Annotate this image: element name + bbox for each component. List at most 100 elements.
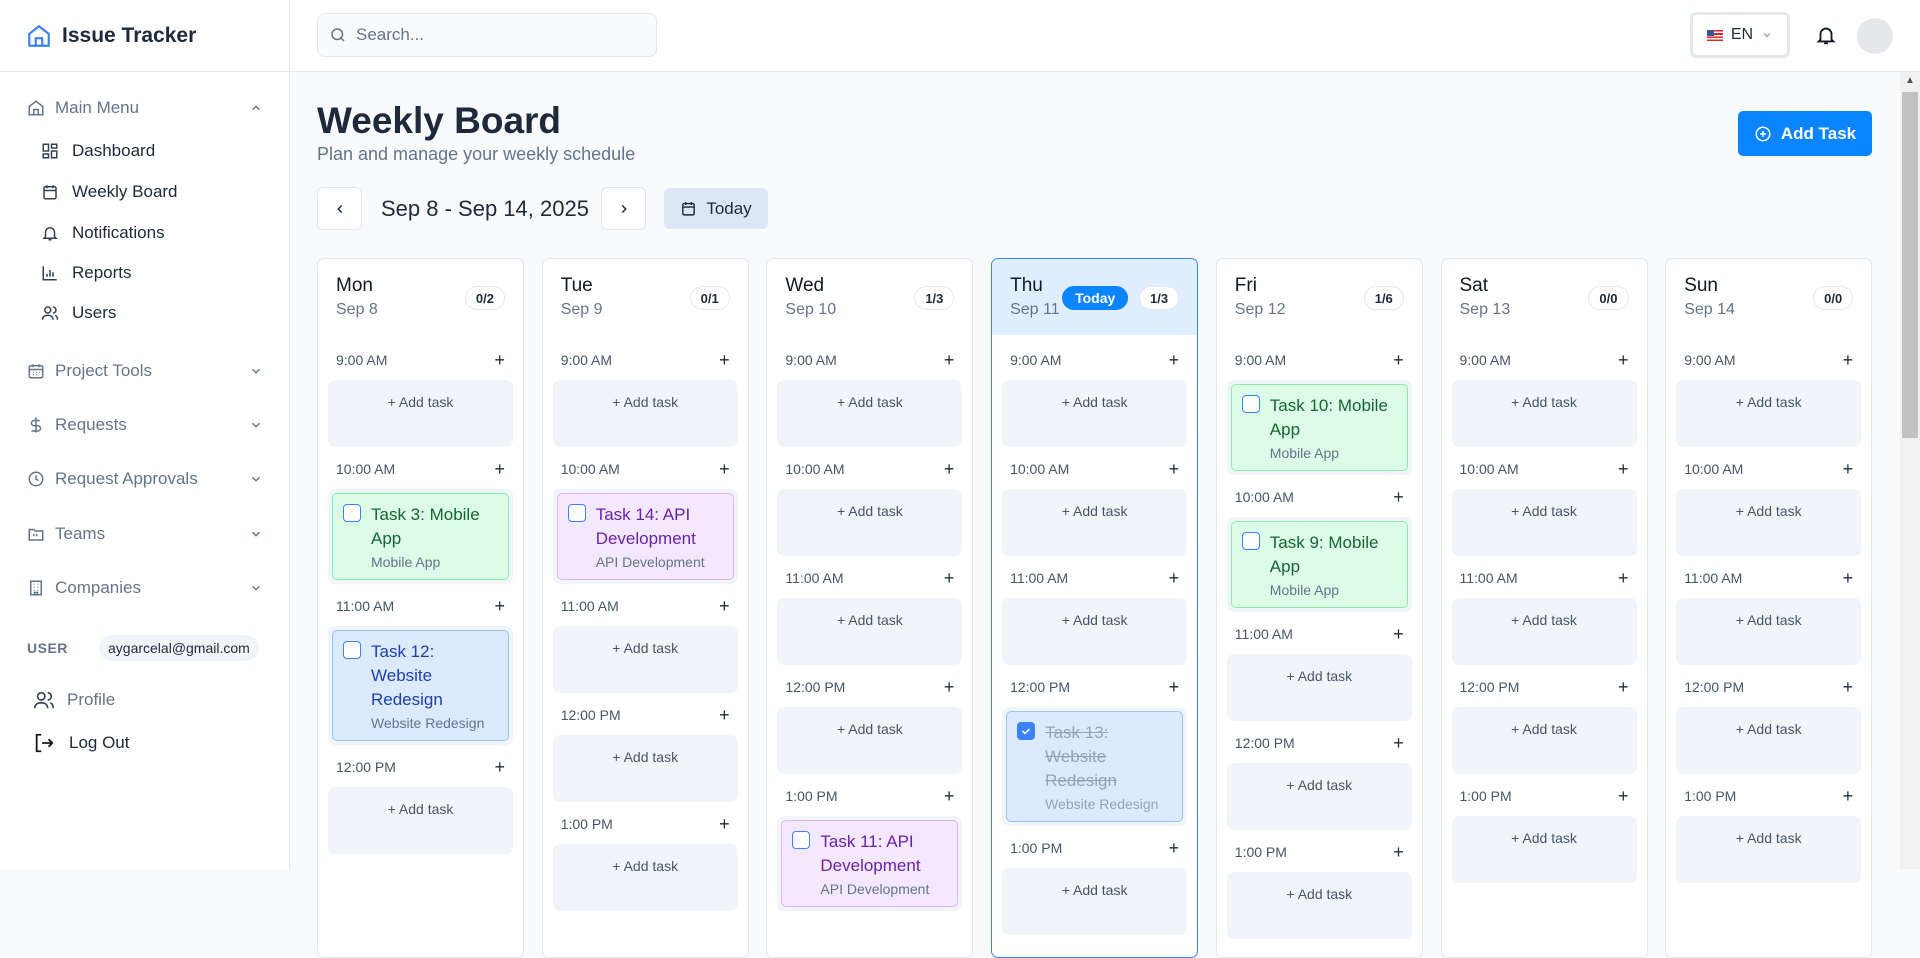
add-slot-plus-icon[interactable]: + (494, 757, 505, 778)
add-task-slot[interactable]: + Add task (1002, 380, 1188, 447)
task-checkbox[interactable] (1017, 722, 1036, 740)
add-task-slot[interactable]: + Add task (777, 380, 963, 447)
add-task-slot[interactable]: + Add task (777, 598, 963, 665)
sidebar-item-notifications[interactable]: Notifications (41, 218, 165, 248)
add-slot-plus-icon[interactable]: + (1393, 842, 1404, 863)
task-card[interactable]: Task 10: Mobile App Mobile App (1230, 384, 1408, 471)
add-task-slot[interactable]: + Add task (777, 489, 963, 556)
task-checkbox[interactable] (343, 504, 361, 522)
add-task-slot[interactable]: + Add task (1676, 816, 1862, 883)
add-slot-plus-icon[interactable]: + (1169, 677, 1180, 698)
add-task-slot[interactable]: + Add task (1002, 868, 1188, 935)
add-slot-plus-icon[interactable]: + (494, 596, 505, 617)
logout-button[interactable]: Log Out (33, 728, 130, 758)
add-slot-plus-icon[interactable]: + (719, 459, 730, 480)
add-slot-plus-icon[interactable]: + (1169, 568, 1180, 589)
add-slot-plus-icon[interactable]: + (719, 350, 730, 371)
add-task-slot[interactable]: + Add task (1002, 489, 1188, 556)
add-task-slot[interactable]: + Add task (1451, 489, 1637, 556)
add-task-slot[interactable]: + Add task (552, 735, 738, 802)
add-slot-plus-icon[interactable]: + (719, 705, 730, 726)
previous-week-button[interactable] (317, 187, 362, 230)
notifications-bell-icon[interactable] (1815, 24, 1837, 46)
task-card[interactable]: Task 9: Mobile App Mobile App (1230, 521, 1408, 608)
task-card[interactable]: Task 13: Website Redesign Website Redesig… (1006, 711, 1184, 822)
task-card[interactable]: Task 3: Mobile App Mobile App (332, 493, 509, 580)
next-week-button[interactable] (601, 187, 646, 230)
add-task-slot[interactable]: + Add task (1226, 654, 1412, 721)
add-slot-plus-icon[interactable]: + (944, 786, 955, 807)
add-task-slot[interactable]: + Add task (1676, 380, 1862, 447)
add-task-slot[interactable]: + Add task (1451, 598, 1637, 665)
task-checkbox[interactable] (792, 831, 811, 849)
sidebar-item-users[interactable]: Users (41, 298, 116, 328)
add-task-slot[interactable]: + Add task (1226, 763, 1412, 830)
add-slot-plus-icon[interactable]: + (1843, 568, 1854, 589)
task-checkbox[interactable] (343, 641, 361, 659)
add-slot-plus-icon[interactable]: + (1393, 733, 1404, 754)
add-slot-plus-icon[interactable]: + (1169, 838, 1180, 859)
task-card[interactable]: Task 12: Website Redesign Website Redesig… (332, 630, 509, 741)
add-task-slot[interactable]: + Add task (1676, 489, 1862, 556)
add-slot-plus-icon[interactable]: + (1618, 459, 1629, 480)
sidebar-group-main-menu[interactable]: Main Menu (27, 93, 263, 123)
add-task-slot[interactable]: + Add task (1451, 707, 1637, 774)
add-slot-plus-icon[interactable]: + (1843, 677, 1854, 698)
add-slot-plus-icon[interactable]: + (1169, 350, 1180, 371)
add-task-slot[interactable]: + Add task (1676, 598, 1862, 665)
sidebar-group-requests[interactable]: Requests (27, 410, 263, 440)
add-task-slot[interactable]: + Add task (552, 626, 738, 693)
search-input[interactable]: Search... (317, 13, 657, 57)
sidebar-item-dashboard[interactable]: Dashboard (41, 136, 155, 166)
language-selector[interactable]: EN (1690, 12, 1790, 58)
add-slot-plus-icon[interactable]: + (1843, 459, 1854, 480)
scroll-up-arrow-icon[interactable]: ▲ (1900, 72, 1920, 90)
add-task-slot[interactable]: + Add task (552, 380, 738, 447)
add-slot-plus-icon[interactable]: + (1393, 624, 1404, 645)
add-slot-plus-icon[interactable]: + (719, 814, 730, 835)
profile-link[interactable]: Profile (33, 685, 115, 715)
add-slot-plus-icon[interactable]: + (1169, 459, 1180, 480)
add-slot-plus-icon[interactable]: + (494, 459, 505, 480)
add-task-button[interactable]: Add Task (1738, 111, 1872, 156)
add-slot-plus-icon[interactable]: + (1618, 677, 1629, 698)
sidebar-group-teams[interactable]: Teams (27, 519, 263, 549)
add-task-slot[interactable]: + Add task (1451, 816, 1637, 883)
add-slot-plus-icon[interactable]: + (944, 677, 955, 698)
sidebar-group-request-approvals[interactable]: Request Approvals (27, 464, 263, 494)
add-slot-plus-icon[interactable]: + (1393, 487, 1404, 508)
add-task-slot[interactable]: + Add task (328, 787, 513, 854)
add-slot-plus-icon[interactable]: + (944, 350, 955, 371)
add-task-slot[interactable]: + Add task (328, 380, 513, 447)
task-card[interactable]: Task 14: API Development API Development (556, 493, 734, 580)
add-task-slot[interactable]: + Add task (1002, 598, 1188, 665)
add-slot-plus-icon[interactable]: + (944, 459, 955, 480)
add-slot-plus-icon[interactable]: + (944, 568, 955, 589)
sidebar-item-weekly-board[interactable]: Weekly Board (41, 177, 178, 207)
add-slot-plus-icon[interactable]: + (494, 350, 505, 371)
add-slot-plus-icon[interactable]: + (1393, 350, 1404, 371)
scrollbar-thumb[interactable] (1902, 92, 1918, 438)
task-card[interactable]: Task 11: API Development API Development (781, 820, 959, 907)
sidebar-item-reports[interactable]: Reports (41, 258, 132, 288)
add-task-slot[interactable]: + Add task (1226, 872, 1412, 939)
add-slot-plus-icon[interactable]: + (1843, 350, 1854, 371)
add-task-slot[interactable]: + Add task (1676, 707, 1862, 774)
add-task-slot[interactable]: + Add task (1451, 380, 1637, 447)
sidebar-group-project-tools[interactable]: Project Tools (27, 356, 263, 386)
add-slot-plus-icon[interactable]: + (1618, 350, 1629, 371)
brand[interactable]: Issue Tracker (0, 0, 290, 72)
task-checkbox[interactable] (1241, 532, 1260, 550)
today-button[interactable]: Today (664, 188, 768, 229)
task-checkbox[interactable] (1241, 395, 1260, 413)
page-scrollbar[interactable]: ▲ (1900, 72, 1920, 869)
add-slot-plus-icon[interactable]: + (1618, 786, 1629, 807)
add-task-slot[interactable]: + Add task (777, 707, 963, 774)
sidebar-group-companies[interactable]: Companies (27, 573, 263, 603)
add-slot-plus-icon[interactable]: + (1618, 568, 1629, 589)
add-task-slot[interactable]: + Add task (552, 844, 738, 911)
task-checkbox[interactable] (567, 504, 586, 522)
user-avatar[interactable] (1857, 18, 1893, 54)
add-slot-plus-icon[interactable]: + (1843, 786, 1854, 807)
add-slot-plus-icon[interactable]: + (719, 596, 730, 617)
